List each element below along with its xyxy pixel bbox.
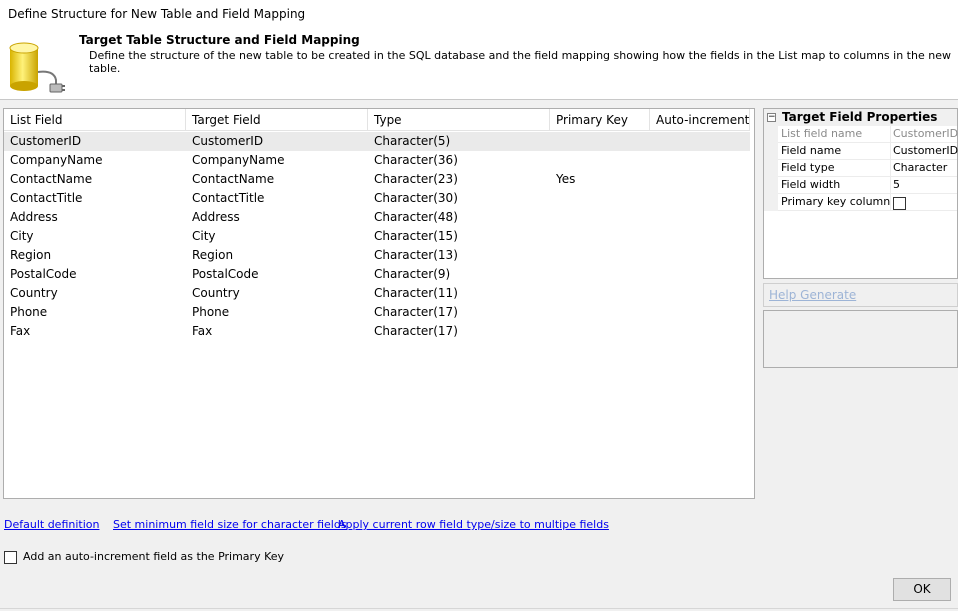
cell-type: Character(9): [374, 267, 451, 281]
cell-target-field: Fax: [192, 324, 213, 338]
property-gutter: [764, 143, 778, 160]
column-header-type[interactable]: Type: [368, 109, 550, 131]
cell-target-field: Region: [192, 248, 234, 262]
cell-target-field: CustomerID: [192, 134, 264, 148]
table-row[interactable]: CustomerID CustomerID Character(5): [4, 132, 750, 151]
cell-list-field: ContactName: [10, 172, 93, 186]
help-generate-link[interactable]: Help Generate: [769, 288, 856, 302]
ok-button[interactable]: OK: [893, 578, 951, 601]
property-gutter: [764, 126, 778, 143]
grid-header: List Field Target Field Type Primary Key…: [4, 109, 754, 131]
table-row[interactable]: City City Character(15): [4, 227, 750, 246]
property-row-field-width[interactable]: Field width 5: [764, 177, 957, 194]
window-title: Define Structure for New Table and Field…: [8, 7, 306, 21]
property-value-field-width[interactable]: 5: [892, 177, 900, 194]
property-gutter: [764, 177, 778, 194]
property-value: CustomerID: [893, 127, 958, 140]
cell-list-field: Region: [10, 248, 52, 262]
cell-list-field: Country: [10, 286, 58, 300]
property-category-title: Target Field Properties: [782, 110, 938, 124]
property-gutter: [764, 194, 778, 211]
cell-type: Character(23): [374, 172, 458, 186]
cell-type: Character(36): [374, 153, 458, 167]
default-definition-link[interactable]: Default definition: [4, 518, 99, 531]
cell-target-field: PostalCode: [192, 267, 259, 281]
primary-key-checkbox[interactable]: [893, 197, 906, 210]
column-header-list-field[interactable]: List Field: [4, 109, 186, 131]
cell-target-field: CompanyName: [192, 153, 285, 167]
column-header-target-field[interactable]: Target Field: [186, 109, 368, 131]
apply-current-row-link[interactable]: Apply current row field type/size to mul…: [338, 518, 609, 531]
cell-type: Character(17): [374, 305, 458, 319]
property-value-field-name[interactable]: CustomerID: [892, 143, 958, 160]
cell-list-field: CustomerID: [10, 134, 82, 148]
cell-type: Character(30): [374, 191, 458, 205]
cell-list-field: Phone: [10, 305, 48, 319]
property-grid[interactable]: − Target Field Properties List field nam…: [763, 108, 958, 279]
cell-type: Character(15): [374, 229, 458, 243]
property-name: List field name: [778, 126, 891, 143]
min-field-size-link[interactable]: Set minimum field size for character fie…: [113, 518, 347, 531]
property-name: Field type: [778, 160, 891, 177]
table-row[interactable]: Region Region Character(13): [4, 246, 750, 265]
property-name: Field width: [778, 177, 891, 194]
cell-type: Character(17): [374, 324, 458, 338]
table-row[interactable]: Phone Phone Character(17): [4, 303, 750, 322]
table-row[interactable]: Country Country Character(11): [4, 284, 750, 303]
database-plug-icon: [9, 42, 65, 93]
cell-primary-key: Yes: [556, 172, 576, 186]
column-header-primary-key[interactable]: Primary Key: [550, 109, 650, 131]
help-generate-panel: Help Generate: [763, 283, 958, 307]
table-row[interactable]: Address Address Character(48): [4, 208, 750, 227]
cell-list-field: City: [10, 229, 34, 243]
property-row-field-name[interactable]: Field name CustomerID: [764, 143, 958, 160]
cell-target-field: City: [192, 229, 216, 243]
property-name: Field name: [778, 143, 891, 160]
cell-list-field: ContactTitle: [10, 191, 83, 205]
cell-type: Character(13): [374, 248, 458, 262]
cell-target-field: ContactName: [192, 172, 275, 186]
cell-type: Character(48): [374, 210, 458, 224]
property-name: Primary key column: [778, 194, 891, 211]
property-category: − Target Field Properties: [764, 109, 957, 126]
table-row[interactable]: Fax Fax Character(17): [4, 322, 750, 341]
cell-target-field: Address: [192, 210, 240, 224]
cell-target-field: Phone: [192, 305, 230, 319]
property-row-field-type[interactable]: Field type Character: [764, 160, 957, 177]
cell-target-field: ContactTitle: [192, 191, 265, 205]
cell-list-field: PostalCode: [10, 267, 77, 281]
auto-increment-checkbox[interactable]: [4, 551, 17, 564]
table-row[interactable]: ContactTitle ContactTitle Character(30): [4, 189, 750, 208]
header-description: Define the structure of the new table to…: [89, 49, 951, 75]
cell-type: Character(5): [374, 134, 451, 148]
table-row[interactable]: PostalCode PostalCode Character(9): [4, 265, 750, 284]
property-row-primary-key-column[interactable]: Primary key column: [764, 194, 957, 211]
property-row-list-field-name: List field name CustomerID: [764, 126, 958, 143]
collapse-icon[interactable]: −: [767, 113, 776, 122]
property-value-field-type[interactable]: Character: [892, 160, 947, 177]
help-description-box: [763, 310, 958, 368]
table-row[interactable]: CompanyName CompanyName Character(36): [4, 151, 750, 170]
table-row[interactable]: ContactName ContactName Character(23) Ye…: [4, 170, 750, 189]
header-title: Target Table Structure and Field Mapping: [79, 33, 360, 47]
title-bar: Define Structure for New Table and Field…: [0, 0, 958, 30]
field-mapping-grid[interactable]: List Field Target Field Type Primary Key…: [3, 108, 755, 499]
property-gutter: [764, 160, 778, 177]
cell-list-field: Address: [10, 210, 58, 224]
bottom-divider: [0, 608, 958, 609]
cell-list-field: Fax: [10, 324, 31, 338]
cell-type: Character(11): [374, 286, 458, 300]
auto-increment-label[interactable]: Add an auto-increment field as the Prima…: [23, 550, 284, 563]
header-banner: Target Table Structure and Field Mapping…: [0, 30, 958, 100]
column-header-auto-increment[interactable]: Auto-increment: [650, 109, 750, 131]
cell-target-field: Country: [192, 286, 240, 300]
cell-list-field: CompanyName: [10, 153, 103, 167]
